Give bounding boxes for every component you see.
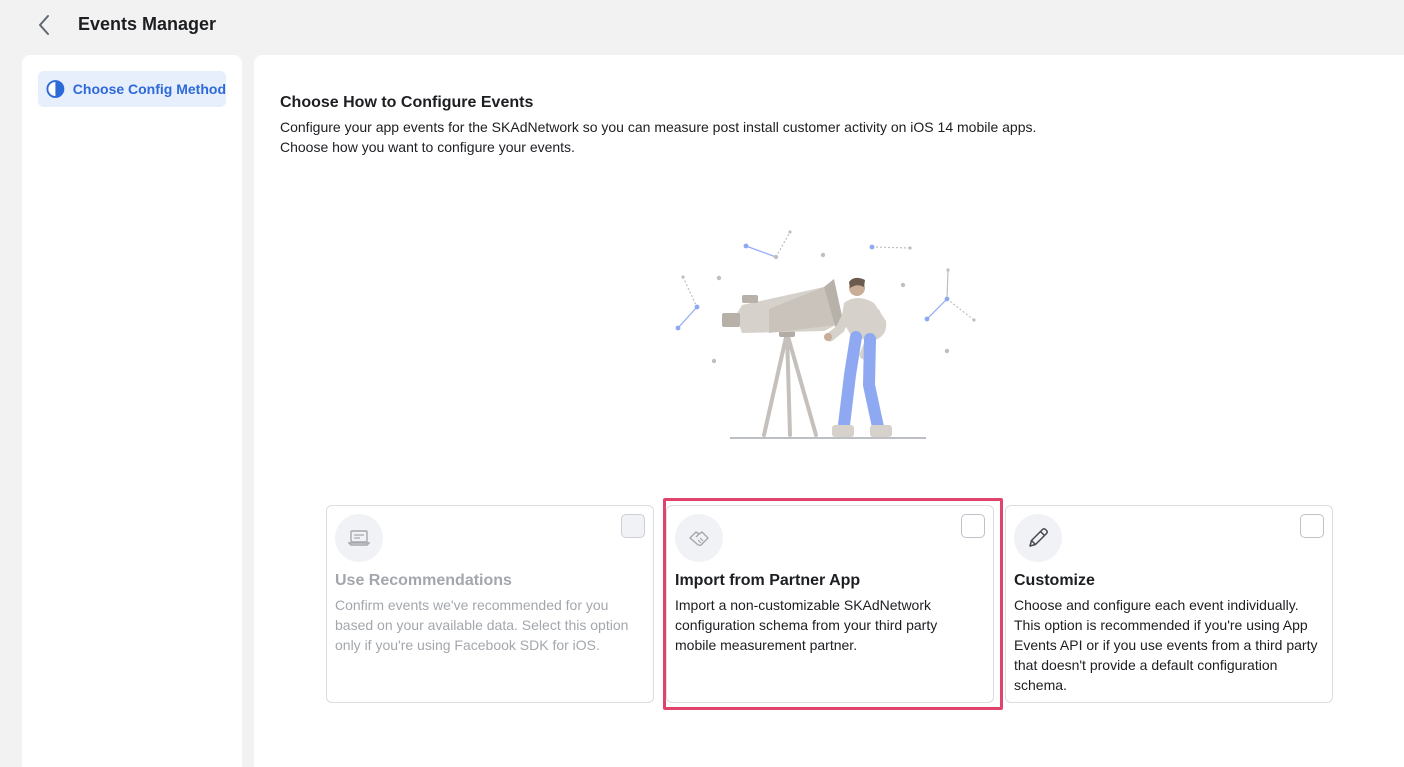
option-title: Import from Partner App <box>675 572 861 589</box>
option-icon-wrap <box>1014 514 1062 562</box>
description-line-2: Choose how you want to configure your ev… <box>280 139 575 155</box>
page-description: Configure your app events for the SKAdNe… <box>280 117 1036 157</box>
option-description: Import a non-customizable SKAdNetwork co… <box>675 597 938 653</box>
option-icon-wrap <box>675 514 723 562</box>
option-card-import-from-partner-app[interactable]: Import from Partner App Import a non-cus… <box>666 505 994 703</box>
page-title: Choose How to Configure Events <box>280 94 534 111</box>
top-bar: Events Manager <box>0 0 1404 50</box>
option-checkbox[interactable] <box>1300 514 1324 538</box>
pencil-icon <box>1029 528 1048 547</box>
option-description: Choose and configure each event individu… <box>1014 597 1318 693</box>
sidebar-item-choose-config-method[interactable]: Choose Config Method <box>38 71 226 107</box>
option-card-customize[interactable]: Customize Choose and configure each even… <box>1005 505 1333 703</box>
sidebar: Choose Config Method <box>22 55 242 767</box>
option-title: Customize <box>1014 572 1095 589</box>
sidebar-item-label: Choose Config Method <box>72 81 226 97</box>
option-icon-wrap <box>335 514 383 562</box>
option-title: Use Recommendations <box>335 572 512 589</box>
back-button[interactable] <box>30 10 58 40</box>
option-checkbox[interactable] <box>961 514 985 538</box>
option-description: Confirm events we've recommended for you… <box>335 597 629 653</box>
main-panel: Choose How to Configure Events Configure… <box>254 55 1404 767</box>
laptop-icon <box>348 530 370 546</box>
app-title: Events Manager <box>78 14 217 34</box>
chevron-left-icon <box>39 15 49 35</box>
half-circle-icon <box>46 80 65 98</box>
option-checkbox[interactable] <box>621 514 645 538</box>
telescope-illustration <box>675 230 976 439</box>
description-line-1: Configure your app events for the SKAdNe… <box>280 119 1037 135</box>
handshake-icon <box>689 531 709 547</box>
option-card-use-recommendations[interactable]: Use Recommendations Confirm events we've… <box>326 505 654 703</box>
